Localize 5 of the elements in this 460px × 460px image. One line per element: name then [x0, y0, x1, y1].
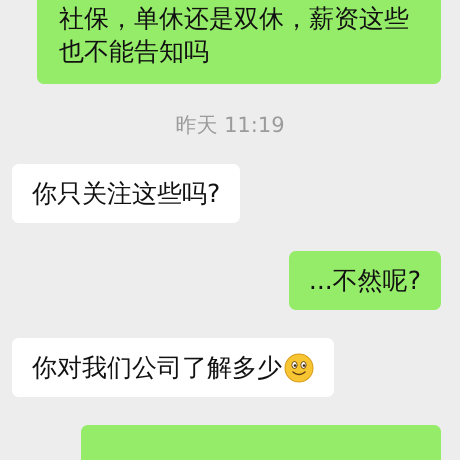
message-text: ...不然呢?	[308, 265, 421, 297]
timestamp: 昨天 11:19	[175, 112, 285, 139]
message-text: 你对我们公司了解多少	[32, 352, 282, 384]
message-text: 你只关注这些吗?	[32, 178, 220, 210]
message-text: 社保，单休还是双休，薪资这些也不能告知吗	[59, 3, 410, 68]
